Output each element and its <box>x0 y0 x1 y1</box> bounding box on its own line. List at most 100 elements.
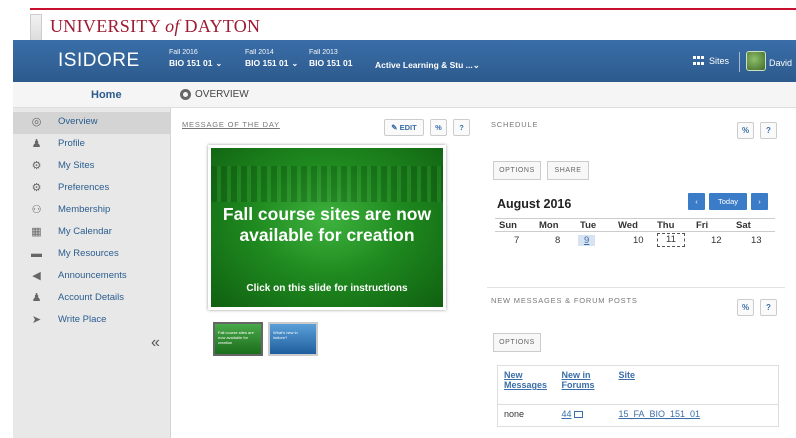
sites-button[interactable]: Sites <box>693 56 729 66</box>
term-tab-fall-2014[interactable]: Fall 2014 BIO 151 01 ⌄ <box>245 49 298 68</box>
page-title-label: OVERVIEW <box>195 89 249 100</box>
calendar-day[interactable]: 10 <box>633 235 644 246</box>
slide-thumbnail-2[interactable]: What's new in Isidore? <box>268 322 318 356</box>
sidebar-item-label: Overview <box>58 116 98 127</box>
calendar-next-button[interactable]: › <box>751 193 768 210</box>
calendar-today[interactable]: 11 <box>657 233 685 247</box>
term-label: Fall 2013 <box>309 49 338 56</box>
course-label: BIO 151 01 <box>169 58 213 68</box>
sidebar-item-my-sites[interactable]: ⚙ My Sites <box>13 156 171 178</box>
mail-icon[interactable] <box>573 411 583 419</box>
slide-title: Fall course sites are now available for … <box>222 204 432 245</box>
sidebar-item-write-place[interactable]: ➤ Write Place <box>13 310 171 332</box>
help-button[interactable]: ? <box>760 299 777 316</box>
new-in-forums-cell: 44 <box>555 404 613 427</box>
user-name[interactable]: David <box>769 58 792 68</box>
university-name-prefix: UNIVERSITY <box>50 16 166 36</box>
calendar-day[interactable]: 13 <box>751 235 762 246</box>
column-header-new-messages[interactable]: New Messages <box>497 365 556 405</box>
active-site-tab[interactable]: Active Learning & Stu ...⌄ <box>375 60 480 71</box>
thumbnail-text: What's new in Isidore? <box>273 330 298 340</box>
chapel-tower-logo <box>30 14 42 40</box>
new-messages-cell: none <box>497 404 556 427</box>
edit-button[interactable]: ✎ EDIT <box>384 119 424 136</box>
link-button[interactable]: % <box>430 119 447 136</box>
site-cell: 15_FA_BIO_151_01 <box>612 404 779 427</box>
sidebar-item-label: Preferences <box>58 182 110 193</box>
paper-plane-icon: ➤ <box>31 314 42 326</box>
chevron-down-icon[interactable]: ⌄ <box>473 60 480 70</box>
messages-heading: NEW MESSAGES & FORUM POSTS <box>491 296 638 305</box>
site-link[interactable]: 15_FA_BIO_151_01 <box>619 409 701 419</box>
term-tab-fall-2016[interactable]: Fall 2016 BIO 151 01 ⌄ <box>169 49 222 68</box>
calendar-icon: ▦ <box>31 226 42 238</box>
brand-name[interactable]: ISIDORE <box>58 50 140 72</box>
help-button[interactable]: ? <box>453 119 470 136</box>
link-button[interactable]: % <box>737 299 754 316</box>
header-divider <box>739 52 740 72</box>
university-bar: UNIVERSITY of DAYTON <box>0 0 796 40</box>
calendar-today-button[interactable]: Today <box>709 193 747 210</box>
term-label: Fall 2016 <box>169 49 198 56</box>
home-title[interactable]: Home <box>91 89 122 101</box>
sidebar-item-label: My Calendar <box>58 226 112 237</box>
calendar-day[interactable]: 8 <box>555 235 560 246</box>
chevron-down-icon[interactable]: ⌄ <box>215 59 222 68</box>
group-icon: ⚇ <box>31 204 42 216</box>
sidebar-item-my-calendar[interactable]: ▦ My Calendar <box>13 222 171 244</box>
term-course: BIO 151 01 ⌄ <box>245 58 298 68</box>
calendar-weekday-row: Sun Mon Tue Wed Thu Fri Sat <box>495 218 775 232</box>
sidebar-item-profile[interactable]: ♟ Profile <box>13 134 171 156</box>
weekday-label: Sat <box>736 220 751 231</box>
course-label: BIO 151 01 <box>245 58 289 68</box>
schedule-share-button[interactable]: SHARE <box>547 161 589 180</box>
column-header-new-in-forums[interactable]: New in Forums <box>555 365 613 405</box>
folder-icon: ▬ <box>31 248 42 260</box>
sidebar-item-membership[interactable]: ⚇ Membership <box>13 200 171 222</box>
forums-count-link[interactable]: 44 <box>562 409 572 419</box>
page-title: OVERVIEW <box>180 89 249 100</box>
course-label: BIO 151 01 <box>309 58 353 68</box>
sidebar-item-announcements[interactable]: ◀ Announcements <box>13 266 171 288</box>
site-header: ISIDORE Fall 2016 BIO 151 01 ⌄ Fall 2014 … <box>13 40 796 82</box>
calendar-prev-button[interactable]: ‹ <box>688 193 705 210</box>
megaphone-icon: ◀ <box>32 270 41 282</box>
weekday-label: Wed <box>618 220 638 231</box>
person-icon: ♟ <box>31 138 42 150</box>
avatar[interactable] <box>746 51 766 71</box>
announcement-slide[interactable]: Fall course sites are now available for … <box>208 145 446 310</box>
messages-options-button[interactable]: OPTIONS <box>493 333 541 352</box>
collapse-sidebar-button[interactable]: « <box>151 334 160 352</box>
university-logo[interactable]: UNIVERSITY of DAYTON <box>50 16 260 37</box>
sidebar-item-label: Membership <box>58 204 111 215</box>
sidebar-item-my-resources[interactable]: ▬ My Resources <box>13 244 171 266</box>
section-divider <box>487 287 785 288</box>
gear-icon: ⚙ <box>31 182 42 194</box>
link-button[interactable]: % <box>737 122 754 139</box>
schedule-options-button[interactable]: OPTIONS <box>493 161 541 180</box>
calendar-day[interactable]: 12 <box>711 235 722 246</box>
calendar-day[interactable]: 7 <box>514 235 519 246</box>
term-tab-fall-2013[interactable]: Fall 2013 BIO 151 01 <box>309 49 352 68</box>
motd-heading[interactable]: MESSAGE OF THE DAY <box>182 120 280 129</box>
messages-table: New Messages New in Forums Site none 44 … <box>497 365 779 427</box>
term-course: BIO 151 01 ⌄ <box>169 58 222 68</box>
grid-icon <box>693 56 705 66</box>
sidebar: ◎ Overview ♟ Profile ⚙ My Sites ⚙ Preference… <box>13 108 171 438</box>
calendar-day-with-event[interactable]: 9 <box>578 235 596 246</box>
overview-icon <box>180 89 191 100</box>
weekday-label: Sun <box>499 220 517 231</box>
column-header-site[interactable]: Site <box>612 365 779 405</box>
table-row: none 44 15_FA_BIO_151_01 <box>497 404 779 427</box>
sidebar-item-overview[interactable]: ◎ Overview <box>13 112 171 134</box>
sidebar-item-preferences[interactable]: ⚙ Preferences <box>13 178 171 200</box>
sidebar-item-label: Write Place <box>58 314 107 325</box>
sidebar-item-label: Profile <box>58 138 85 149</box>
sidebar-item-account-details[interactable]: ♟ Account Details <box>13 288 171 310</box>
university-name-suffix: DAYTON <box>179 16 261 36</box>
term-course: BIO 151 01 <box>309 58 352 68</box>
weekday-label: Fri <box>696 220 709 231</box>
help-button[interactable]: ? <box>760 122 777 139</box>
slide-thumbnail-1[interactable]: Fall course sites are now available for … <box>213 322 263 356</box>
chevron-down-icon[interactable]: ⌄ <box>291 59 298 68</box>
